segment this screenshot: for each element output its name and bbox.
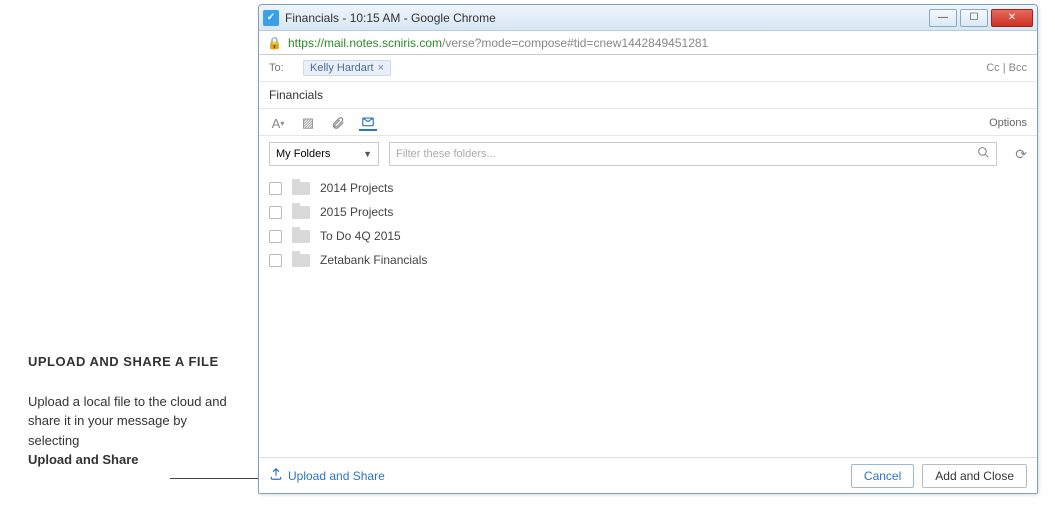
maximize-button[interactable]: ☐	[960, 9, 988, 27]
compose-toolbar: A▾ ▨ Options	[259, 109, 1037, 136]
folder-icon	[292, 230, 310, 243]
folder-checkbox[interactable]	[269, 182, 282, 195]
url-scheme: https://	[288, 36, 324, 50]
browser-window: ✓ Financials - 10:15 AM - Google Chrome …	[258, 4, 1038, 494]
folder-checkbox[interactable]	[269, 206, 282, 219]
instruction-action: Upload and Share	[28, 452, 139, 467]
lock-icon: 🔒	[267, 36, 282, 50]
folder-checkbox[interactable]	[269, 254, 282, 267]
text-format-icon[interactable]: A▾	[269, 115, 287, 131]
folder-item[interactable]: 2015 Projects	[269, 200, 1027, 224]
image-icon[interactable]: ▨	[299, 115, 317, 131]
folder-icon	[292, 254, 310, 267]
add-close-button[interactable]: Add and Close	[922, 464, 1027, 488]
options-link[interactable]: Options	[989, 117, 1027, 129]
address-bar[interactable]: 🔒 https://mail.notes.scniris.com/verse?m…	[259, 31, 1037, 55]
remove-recipient-icon[interactable]: ×	[378, 62, 384, 74]
instruction-panel: UPLOAD AND SHARE A FILE Upload a local f…	[28, 352, 238, 470]
url-text: https://mail.notes.scniris.com/verse?mod…	[288, 36, 708, 50]
folder-name: Zetabank Financials	[320, 253, 427, 267]
minimize-button[interactable]: —	[929, 9, 957, 27]
subject-row[interactable]: Financials	[259, 82, 1037, 109]
url-path: /verse?mode=compose#tid=cnew144284945128…	[442, 36, 708, 50]
search-icon[interactable]	[977, 146, 990, 162]
upload-icon	[269, 467, 283, 484]
instruction-body: Upload a local file to the cloud and sha…	[28, 394, 227, 448]
filter-input[interactable]	[396, 148, 973, 160]
folder-name: 2015 Projects	[320, 205, 393, 219]
folder-list: 2014 Projects 2015 Projects To Do 4Q 201…	[259, 172, 1037, 272]
folder-item[interactable]: Zetabank Financials	[269, 248, 1027, 272]
subject-text: Financials	[269, 88, 323, 102]
folder-name: To Do 4Q 2015	[320, 229, 401, 243]
app-icon: ✓	[263, 10, 279, 26]
recipient-name: Kelly Hardart	[310, 62, 374, 74]
folder-item[interactable]: To Do 4Q 2015	[269, 224, 1027, 248]
folder-icon	[292, 182, 310, 195]
folder-checkbox[interactable]	[269, 230, 282, 243]
cc-bcc-link[interactable]: Cc | Bcc	[986, 62, 1027, 74]
title-bar: ✓ Financials - 10:15 AM - Google Chrome …	[259, 5, 1037, 31]
folder-dropdown[interactable]: My Folders ▼	[269, 142, 379, 166]
window-title: Financials - 10:15 AM - Google Chrome	[285, 11, 929, 25]
window-controls: — ☐ ✕	[929, 9, 1033, 27]
to-row: To: Kelly Hardart × Cc | Bcc	[259, 55, 1037, 82]
upload-share-link[interactable]: Upload and Share	[269, 467, 385, 484]
compose-area: To: Kelly Hardart × Cc | Bcc Financials …	[259, 55, 1037, 272]
dropdown-label: My Folders	[276, 148, 330, 160]
folder-icon	[292, 206, 310, 219]
folder-filter-bar: My Folders ▼ ⟳	[259, 136, 1037, 172]
close-button[interactable]: ✕	[991, 9, 1033, 27]
to-label: To:	[269, 62, 303, 74]
folder-item[interactable]: 2014 Projects	[269, 176, 1027, 200]
instruction-heading: UPLOAD AND SHARE A FILE	[28, 352, 238, 372]
recipient-chip[interactable]: Kelly Hardart ×	[303, 60, 391, 76]
url-host: mail.notes.scniris.com	[324, 36, 442, 50]
cancel-button[interactable]: Cancel	[851, 464, 914, 488]
footer-bar: Upload and Share Cancel Add and Close	[259, 457, 1037, 493]
folder-name: 2014 Projects	[320, 181, 393, 195]
cloud-file-icon[interactable]	[359, 115, 377, 131]
footer-buttons: Cancel Add and Close	[851, 464, 1027, 488]
upload-share-label: Upload and Share	[288, 469, 385, 483]
callout-line	[170, 478, 258, 479]
chevron-down-icon: ▼	[363, 149, 372, 159]
refresh-icon[interactable]: ⟳	[1015, 146, 1027, 163]
attachment-icon[interactable]	[329, 115, 347, 131]
filter-input-wrap	[389, 142, 997, 166]
